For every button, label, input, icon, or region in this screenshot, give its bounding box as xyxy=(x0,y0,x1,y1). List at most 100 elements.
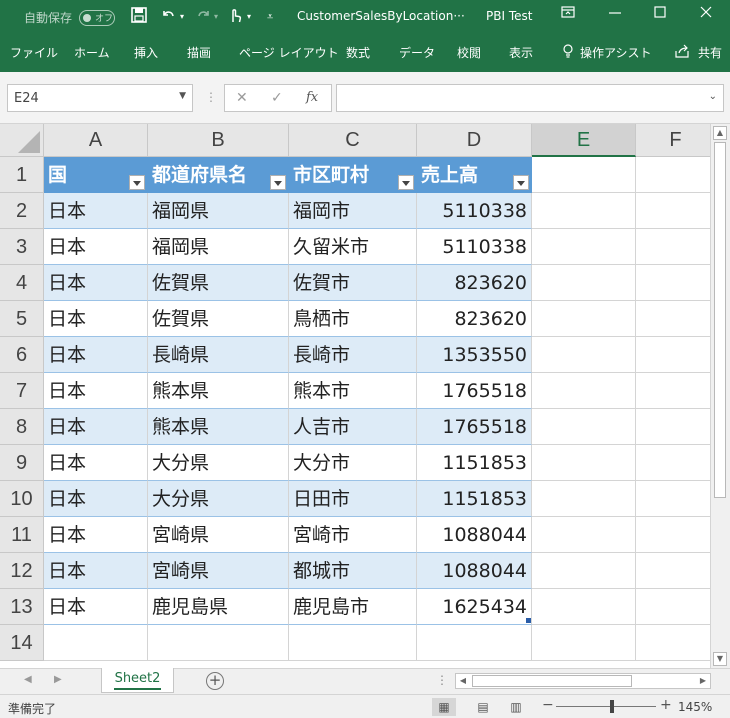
filter-dropdown-icon[interactable] xyxy=(129,175,145,190)
table-cell[interactable]: 日本 xyxy=(44,481,148,517)
table-cell[interactable]: 大分県 xyxy=(148,445,289,481)
scroll-left-icon[interactable]: ◀ xyxy=(456,674,470,688)
grid-cell[interactable] xyxy=(636,625,710,661)
tab-data[interactable]: データ xyxy=(399,44,435,61)
grid-cell[interactable] xyxy=(636,589,710,625)
grid-cell[interactable] xyxy=(289,625,417,661)
next-sheet-icon[interactable]: ▶ xyxy=(54,674,62,685)
name-box[interactable]: E24 ▼ xyxy=(7,84,193,112)
formula-input[interactable]: ⌄ xyxy=(336,84,724,112)
touch-mode-icon[interactable] xyxy=(228,7,242,27)
grid-cell[interactable] xyxy=(636,481,710,517)
table-cell[interactable]: 5110338 xyxy=(417,229,532,265)
grid-cell[interactable] xyxy=(532,517,636,553)
grid-cell[interactable] xyxy=(636,157,710,193)
grid-cell[interactable] xyxy=(148,625,289,661)
tell-me-search[interactable]: 操作アシスト xyxy=(580,44,652,61)
undo-icon[interactable] xyxy=(160,7,176,27)
tab-splitter-icon[interactable]: ⋮ xyxy=(436,673,448,687)
grid-cell[interactable] xyxy=(636,301,710,337)
table-cell[interactable]: 長崎市 xyxy=(289,337,417,373)
grid-cell[interactable] xyxy=(636,517,710,553)
column-header-d[interactable]: D xyxy=(417,124,532,157)
table-cell[interactable]: 1625434 xyxy=(417,589,532,625)
account-name[interactable]: PBI Test xyxy=(486,9,532,23)
table-cell[interactable]: 人吉市 xyxy=(289,409,417,445)
table-cell[interactable]: 5110338 xyxy=(417,193,532,229)
enter-icon[interactable]: ✓ xyxy=(271,90,283,106)
touch-dropdown-icon[interactable]: ▾ xyxy=(247,12,251,21)
scroll-down-icon[interactable]: ▼ xyxy=(713,652,727,666)
formula-bar-grip-icon[interactable]: ⋮ xyxy=(205,90,217,104)
table-cell[interactable]: 日本 xyxy=(44,409,148,445)
table-cell[interactable]: 823620 xyxy=(417,265,532,301)
table-cell[interactable]: 日本 xyxy=(44,229,148,265)
vertical-scrollbar[interactable]: ▲ ▼ xyxy=(710,124,730,668)
table-cell[interactable]: 日本 xyxy=(44,193,148,229)
close-icon[interactable] xyxy=(696,5,716,27)
zoom-in-icon[interactable]: + xyxy=(660,697,672,713)
table-cell[interactable]: 久留米市 xyxy=(289,229,417,265)
table-cell[interactable]: 日本 xyxy=(44,517,148,553)
column-header-c[interactable]: C xyxy=(289,124,417,157)
save-icon[interactable] xyxy=(131,7,147,27)
redo-dropdown-icon[interactable]: ▾ xyxy=(214,12,218,21)
table-header-cell[interactable]: 市区町村 xyxy=(289,157,417,193)
row-header-8[interactable]: 8 xyxy=(0,409,44,445)
ribbon-display-icon[interactable] xyxy=(558,5,578,27)
table-cell[interactable]: 大分市 xyxy=(289,445,417,481)
grid-cell[interactable] xyxy=(532,337,636,373)
grid-cell[interactable] xyxy=(532,157,636,193)
row-header-2[interactable]: 2 xyxy=(0,193,44,229)
grid-cell[interactable] xyxy=(636,409,710,445)
tell-me-icon[interactable] xyxy=(562,44,574,61)
tab-home[interactable]: ホーム xyxy=(74,44,110,61)
tab-review[interactable]: 校閲 xyxy=(457,44,481,61)
grid-cell[interactable] xyxy=(532,553,636,589)
row-header-3[interactable]: 3 xyxy=(0,229,44,265)
grid-cell[interactable] xyxy=(532,265,636,301)
table-cell[interactable]: 佐賀県 xyxy=(148,301,289,337)
grid-cell[interactable] xyxy=(636,193,710,229)
grid-cell[interactable] xyxy=(532,481,636,517)
page-layout-view-icon[interactable]: ▤ xyxy=(471,698,495,716)
maximize-icon[interactable] xyxy=(650,5,670,27)
grid-cell[interactable] xyxy=(636,229,710,265)
grid-cell[interactable] xyxy=(532,589,636,625)
share-icon[interactable] xyxy=(675,44,689,61)
table-resize-handle[interactable] xyxy=(526,618,531,623)
table-cell[interactable]: 1088044 xyxy=(417,553,532,589)
scroll-right-icon[interactable]: ▶ xyxy=(696,674,710,688)
grid-cell[interactable] xyxy=(636,553,710,589)
row-header-11[interactable]: 11 xyxy=(0,517,44,553)
table-cell[interactable]: 熊本市 xyxy=(289,373,417,409)
cancel-icon[interactable]: ✕ xyxy=(236,90,248,106)
table-cell[interactable]: 日本 xyxy=(44,373,148,409)
filter-dropdown-icon[interactable] xyxy=(270,175,286,190)
table-cell[interactable]: 日本 xyxy=(44,553,148,589)
grid-cell[interactable] xyxy=(636,337,710,373)
row-header-4[interactable]: 4 xyxy=(0,265,44,301)
table-cell[interactable]: 大分県 xyxy=(148,481,289,517)
table-cell[interactable]: 福岡市 xyxy=(289,193,417,229)
table-cell[interactable]: 日本 xyxy=(44,337,148,373)
zoom-slider-handle[interactable] xyxy=(610,700,614,713)
table-cell[interactable]: 1765518 xyxy=(417,373,532,409)
filter-dropdown-icon[interactable] xyxy=(398,175,414,190)
grid-cell[interactable] xyxy=(532,625,636,661)
grid-cell[interactable] xyxy=(532,409,636,445)
prev-sheet-icon[interactable]: ◀ xyxy=(24,674,32,685)
tab-insert[interactable]: 挿入 xyxy=(134,44,158,61)
table-cell[interactable]: 823620 xyxy=(417,301,532,337)
minimize-icon[interactable] xyxy=(605,5,625,27)
select-all-button[interactable] xyxy=(0,124,44,157)
grid-cell[interactable] xyxy=(532,229,636,265)
column-header-f[interactable]: F xyxy=(636,124,710,157)
row-header-6[interactable]: 6 xyxy=(0,337,44,373)
tab-formulas[interactable]: 数式 xyxy=(346,44,370,61)
table-header-cell[interactable]: 都道府県名 xyxy=(148,157,289,193)
share-button[interactable]: 共有 xyxy=(698,44,722,61)
grid-cell[interactable] xyxy=(532,193,636,229)
insert-function-button[interactable]: fx xyxy=(306,90,318,105)
table-cell[interactable]: 福岡県 xyxy=(148,193,289,229)
